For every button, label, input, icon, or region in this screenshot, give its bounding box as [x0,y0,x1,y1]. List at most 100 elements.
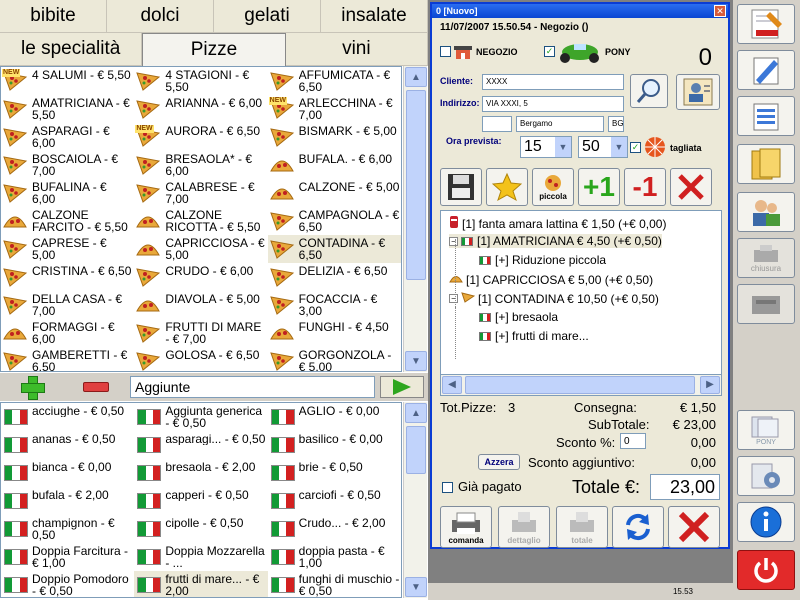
topping-item[interactable]: Aggiunta generica - € 0,50 [134,403,267,431]
gia-pagato-checkbox[interactable] [442,482,453,493]
category-tab[interactable]: dolci [107,0,214,33]
topping-item[interactable]: Doppia Mozzarella - ... [134,543,267,571]
pizza-item[interactable]: CALZONE - € 5,00 [268,179,401,207]
pizza-item[interactable]: CALZONE RICOTTA - € 5,50 [134,207,267,235]
orders-list-button[interactable] [737,96,795,136]
scroll-left-arrow-icon[interactable]: ◀ [442,376,462,394]
info-button[interactable] [737,502,795,542]
piccola-button[interactable]: piccola [532,168,574,206]
topping-item[interactable]: acciughe - € 0,50 [1,403,134,431]
pizza-item[interactable]: FOCACCIA - € 3,00 [268,291,401,319]
cliente-field[interactable]: XXXX [482,74,624,90]
topping-item[interactable]: champignon - € 0,50 [1,515,134,543]
pizza-item[interactable]: ASPARAGI - € 6,00 [1,123,134,151]
topping-item[interactable]: brie - € 0,50 [268,459,401,487]
scroll-up-arrow-icon[interactable]: ▲ [405,403,427,423]
settings-button[interactable] [737,456,795,496]
topping-item[interactable]: bianca - € 0,00 [1,459,134,487]
pizza-item[interactable]: CRUDO - € 6,00 [134,263,267,291]
pizza-item[interactable]: DELLA CASA - € 7,00 [1,291,134,319]
scroll-thumb[interactable] [465,376,695,394]
chiusura-button[interactable]: chiusura [737,238,795,278]
topping-item[interactable]: bresaola - € 2,00 [134,459,267,487]
scroll-down-arrow-icon[interactable]: ▼ [405,351,427,371]
azzera-button[interactable]: Azzera [478,454,520,470]
scroll-thumb[interactable] [406,426,426,474]
pizza-item[interactable]: GAMBERETTI - € 6,50 [1,347,134,371]
pizza-item[interactable]: AMATRICIANA - € 5,50 [1,95,134,123]
archive-button[interactable] [737,144,795,184]
pizza-item[interactable]: GOLOSA - € 6,50 [134,347,267,371]
scroll-right-arrow-icon[interactable]: ▶ [700,376,720,394]
customers-button[interactable] [737,192,795,232]
category-tab[interactable]: le specialità [0,33,143,66]
category-tab[interactable]: gelati [214,0,321,33]
order-line[interactable]: − [1] AMATRICIANA € 4,50 (+€ 0,50) [449,234,662,248]
pizza-item[interactable]: NEW ARLECCHINA - € 7,00 [268,95,401,123]
chevron-down-icon[interactable]: ▼ [555,137,571,157]
minute-select[interactable]: 50 ▼ [578,136,628,158]
pizza-item[interactable]: DIAVOLA - € 5,00 [134,291,267,319]
pony-orders-button[interactable]: PONY [737,410,795,450]
topping-item[interactable]: frutti di mare... - € 2,00 [134,571,268,597]
refresh-button[interactable] [612,506,664,548]
client-card-button[interactable] [676,74,720,110]
scroll-down-arrow-icon[interactable]: ▼ [405,577,427,597]
order-line[interactable]: [1] fanta amara lattina € 1,50 (+€ 0,00) [449,215,666,232]
topping-item[interactable]: asparagi... - € 0,50 [134,431,267,459]
pizza-item[interactable]: GORGONZOLA - € 5,00 [268,347,401,371]
totale-field[interactable]: 23,00 [650,474,720,500]
pizza-list-scrollbar[interactable]: ▲ ▼ [403,66,427,372]
negozio-checkbox[interactable] [440,46,451,57]
scroll-thumb[interactable] [406,90,426,280]
topping-item[interactable]: Doppia Farcitura - € 1,00 [1,543,134,571]
pizza-item[interactable]: BUFALA. - € 6,00 [268,151,401,179]
pizza-item[interactable]: 4 STAGIONI - € 5,50 [134,67,267,95]
save-button[interactable] [440,168,482,206]
city-field[interactable]: Bergamo [516,116,604,132]
topping-item[interactable]: AGLIO - € 0,00 [268,403,401,431]
province-field[interactable]: BG [608,116,624,132]
dettaglio-button[interactable]: dettaglio [498,506,550,548]
pizza-item[interactable]: AFFUMICATA - € 6,50 [268,67,401,95]
order-line[interactable]: [+] frutti di mare... [479,329,589,343]
pizza-item[interactable]: FORMAGGI - € 6,00 [1,319,134,347]
order-tree[interactable]: [1] fanta amara lattina € 1,50 (+€ 0,00)… [440,210,722,396]
category-tab[interactable]: bibite [0,0,107,33]
category-tab[interactable]: insalate [321,0,428,33]
order-line[interactable]: [+] Riduzione piccola [479,253,606,267]
topping-item[interactable]: basilico - € 0,00 [268,431,401,459]
window-titlebar[interactable]: 0 [Nuovo] ✕ [432,4,728,18]
scroll-up-arrow-icon[interactable]: ▲ [405,67,427,87]
pizza-item[interactable]: NEW 4 SALUMI - € 5,50 [1,67,134,95]
favorite-button[interactable] [486,168,528,206]
totale-button[interactable]: totale [556,506,608,548]
topping-item[interactable]: Crudo... - € 2,00 [268,515,401,543]
topping-item[interactable]: capperi - € 0,50 [134,487,267,515]
pizza-item[interactable]: BISMARK - € 5,00 [268,123,401,151]
power-off-button[interactable] [737,550,795,590]
pizza-item[interactable]: DELIZIA - € 6,50 [268,263,401,291]
pizza-item[interactable]: CAPRESE - € 5,00 [1,235,134,263]
topping-item[interactable]: bufala - € 2,00 [1,487,134,515]
edit-order-button[interactable] [737,50,795,90]
close-icon[interactable]: ✕ [714,5,726,17]
topping-item[interactable]: funghi di muschio - € 0,50 [268,571,401,597]
category-tab[interactable]: Pizze [142,33,286,66]
search-client-button[interactable] [630,74,668,108]
delete-line-button[interactable] [670,168,712,206]
order-line[interactable]: [1] CAPRICCIOSA € 5,00 (+€ 0,50) [449,272,653,287]
pizza-item[interactable]: BOSCAIOLA - € 7,00 [1,151,134,179]
collapse-toggle-icon[interactable]: − [449,236,458,246]
topping-item[interactable]: ananas - € 0,50 [1,431,134,459]
pizza-item[interactable]: NEW AURORA - € 6,50 [134,123,267,151]
topping-item[interactable]: carciofi - € 0,50 [268,487,401,515]
pizza-item[interactable]: CAMPAGNOLA - € 6,50 [268,207,401,235]
pizza-item[interactable]: CONTADINA - € 6,50 [267,235,401,263]
pony-checkbox[interactable]: ✓ [544,46,555,57]
pizza-item[interactable]: FUNGHI - € 4,50 [268,319,401,347]
topping-item[interactable]: doppia pasta - € 1,00 [268,543,401,571]
order-line[interactable]: − [1] CONTADINA € 10,50 (+€ 0,50) [449,291,659,306]
comanda-button[interactable]: comanda [440,506,492,548]
topping-item[interactable]: Doppio Pomodoro - € 0,50 [1,571,134,597]
